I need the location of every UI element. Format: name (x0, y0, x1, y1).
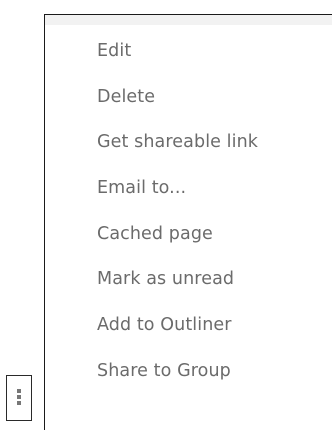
page: Edit Delete Get shareable link Email to.… (0, 0, 332, 430)
menu-item-edit[interactable]: Edit (45, 29, 332, 75)
menu-top-bar (45, 15, 332, 25)
menu-list: Edit Delete Get shareable link Email to.… (45, 29, 332, 395)
menu-item-mark-as-unread[interactable]: Mark as unread (45, 257, 332, 303)
menu-item-delete[interactable]: Delete (45, 75, 332, 121)
more-options-button[interactable] (6, 375, 32, 421)
menu-item-email-to[interactable]: Email to... (45, 166, 332, 212)
menu-item-add-to-outliner[interactable]: Add to Outliner (45, 303, 332, 349)
context-menu: Edit Delete Get shareable link Email to.… (44, 14, 332, 430)
menu-item-cached-page[interactable]: Cached page (45, 212, 332, 258)
menu-item-get-shareable-link[interactable]: Get shareable link (45, 120, 332, 166)
more-vertical-icon (17, 389, 21, 407)
menu-item-share-to-group[interactable]: Share to Group (45, 349, 332, 395)
